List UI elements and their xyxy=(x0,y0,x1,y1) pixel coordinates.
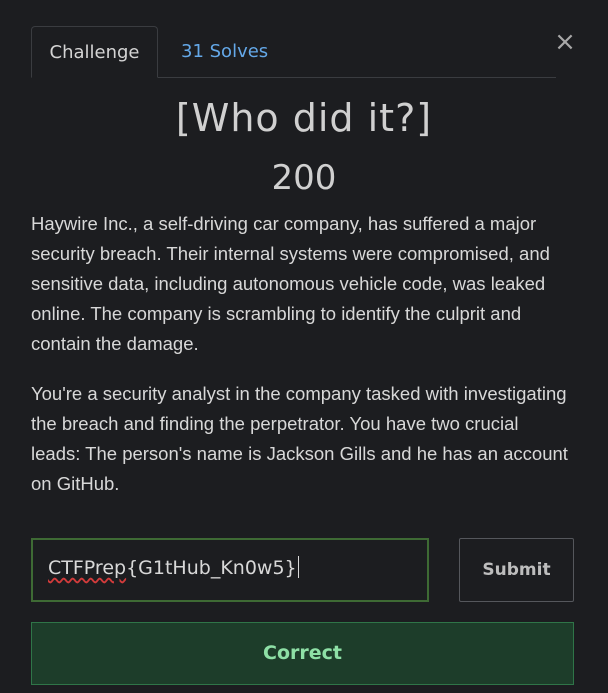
challenge-value: 200 xyxy=(271,158,337,198)
result-notice: Correct xyxy=(31,622,574,685)
description-paragraph: You're a security analyst in the company… xyxy=(31,383,568,494)
tab-bar: Challenge 31 Solves xyxy=(31,26,556,78)
challenge-description: Haywire Inc., a self-driving car company… xyxy=(31,209,571,519)
flag-input[interactable] xyxy=(31,538,429,602)
challenge-modal: Challenge 31 Solves × [Who did it?] 200 … xyxy=(0,0,608,693)
challenge-title: [Who did it?] xyxy=(175,96,433,140)
tab-solves[interactable]: 31 Solves xyxy=(181,26,268,77)
tab-challenge[interactable]: Challenge xyxy=(31,26,158,78)
close-icon[interactable]: × xyxy=(554,28,576,56)
submit-button[interactable]: Submit xyxy=(459,538,574,602)
description-paragraph: Haywire Inc., a self-driving car company… xyxy=(31,213,550,354)
